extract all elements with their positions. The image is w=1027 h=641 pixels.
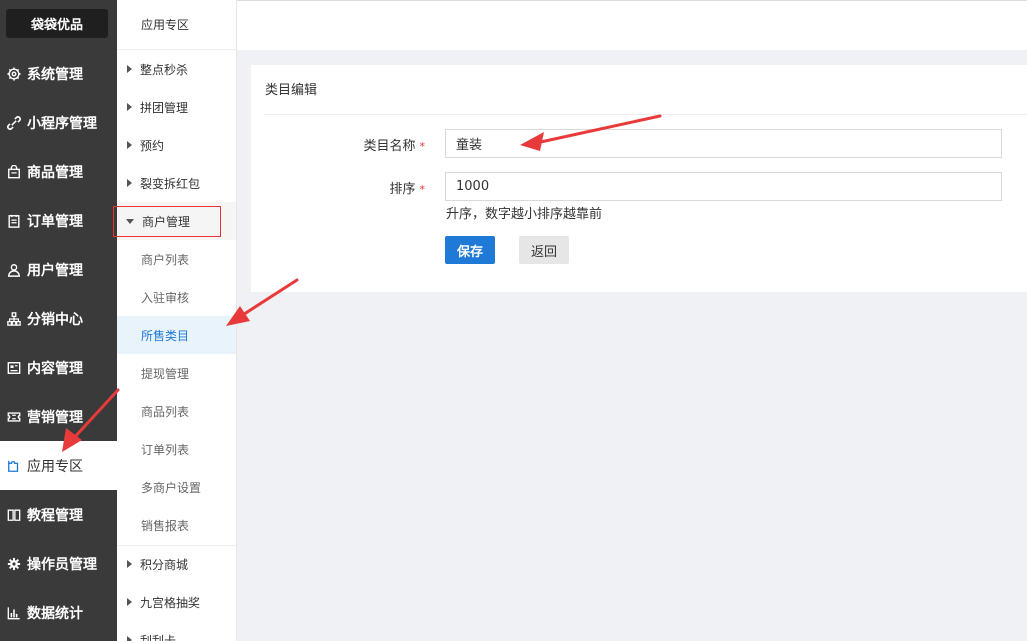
submenu-item-withdrawals[interactable]: 提现管理 [117,354,236,392]
nav-item-label: 分销中心 [27,311,83,328]
card-title: 类目编辑 [265,83,318,98]
category-name-label: 类目名称 * [305,135,425,154]
nav-item-products[interactable]: 商品管理 [0,147,117,196]
submenu-group-label: 预约 [140,138,165,153]
caret-down-icon [126,218,134,224]
gear-icon [7,66,21,81]
back-button[interactable]: 返回 [519,236,569,264]
card-divider [265,114,1027,115]
nav-item-label: 应用专区 [27,458,83,475]
puzzle-icon [7,459,21,473]
submenu-group-booking[interactable]: 预约 [117,126,236,164]
nav-item-orders[interactable]: 订单管理 [0,196,117,245]
sort-input[interactable] [445,172,1002,201]
nav-item-users[interactable]: 用户管理 [0,245,117,294]
submenu-group-group-buy[interactable]: 拼团管理 [117,88,236,126]
nav-item-label: 系统管理 [27,66,83,83]
submenu-group-label: 刮刮卡 [140,633,177,641]
nav-item-statistics[interactable]: 数据统计 [0,588,117,637]
caret-right-icon [127,179,132,187]
cog-icon [7,557,21,571]
user-icon [7,263,21,277]
caret-right-icon [127,636,132,641]
nav-item-label: 订单管理 [27,213,83,230]
submenu-group-red-packet[interactable]: 裂变拆红包 [117,164,236,202]
nav-item-miniprogram[interactable]: 小程序管理 [0,98,117,147]
submenu-group-label: 积分商城 [140,557,189,572]
submenu-group-label: 整点秒杀 [140,62,189,77]
sort-label-text: 排序 [389,182,416,197]
bag-icon [7,164,21,179]
category-edit-card: 类目编辑 类目名称* 排序* 升序，数字越小排序越靠前 保存 返回 [251,65,1027,292]
submenu-group-scratch-card[interactable]: 刮刮卡 [117,621,236,641]
ticket-icon [7,410,21,424]
submenu-item-order-list[interactable]: 订单列表 [117,430,236,468]
caret-right-icon [127,65,132,73]
required-mark: * [419,140,426,153]
category-name-input[interactable] [445,129,1002,158]
save-button[interactable]: 保存 [445,236,495,264]
link-icon [7,115,21,130]
submenu-group-label: 裂变拆红包 [140,176,201,191]
nav-item-label: 内容管理 [27,360,83,377]
required-mark: * [419,183,426,196]
nav-item-distribution[interactable]: 分销中心 [0,294,117,343]
book-icon [7,508,21,522]
caret-right-icon [127,560,132,568]
nav-item-label: 教程管理 [27,507,83,524]
content-icon [7,361,21,375]
nav-item-operators[interactable]: 操作员管理 [0,539,117,588]
nav-item-apps[interactable]: 应用专区 [0,441,117,490]
submenu-item-sales-report[interactable]: 销售报表 [117,506,236,544]
submenu-group-flash-sale[interactable]: 整点秒杀 [117,50,236,88]
category-name-label-text: 类目名称 [363,139,416,154]
submenu-group-points-mall[interactable]: 积分商城 [117,545,236,583]
caret-right-icon [127,141,132,149]
nav-item-tutorials[interactable]: 教程管理 [0,490,117,539]
submenu-item-sale-categories[interactable]: 所售类目 [117,316,236,354]
submenu-item-product-list[interactable]: 商品列表 [117,392,236,430]
submenu-group-label: 商户管理 [142,214,191,229]
nav-item-label: 数据统计 [27,605,83,622]
submenu-title: 应用专区 [117,0,236,50]
clipboard-icon [7,214,21,228]
app-submenu: 应用专区 整点秒杀 拼团管理 预约 裂变拆红包 商户管理 商户列表 入驻审核 所… [117,0,237,641]
network-icon [7,311,21,326]
sort-hint: 升序，数字越小排序越靠前 [446,207,603,222]
sort-label: 排序 * [305,178,425,197]
submenu-group-merchant[interactable]: 商户管理 [117,202,236,240]
brand-logo: 袋袋优品 [6,9,108,38]
bar-chart-icon [7,606,21,620]
submenu-group-lottery-grid[interactable]: 九宫格抽奖 [117,583,236,621]
top-bar [237,0,1027,50]
nav-item-system[interactable]: 系统管理 [0,49,117,98]
submenu-group-label: 拼团管理 [140,100,189,115]
nav-item-marketing[interactable]: 营销管理 [0,392,117,441]
nav-item-label: 小程序管理 [27,115,97,132]
caret-right-icon [127,103,132,111]
nav-item-content[interactable]: 内容管理 [0,343,117,392]
submenu-item-merchant-list[interactable]: 商户列表 [117,240,236,278]
caret-right-icon [127,598,132,606]
submenu-item-multi-merchant-settings[interactable]: 多商户设置 [117,468,236,506]
submenu-group-label: 九宫格抽奖 [140,595,201,610]
nav-item-label: 用户管理 [27,262,83,279]
nav-item-label: 商品管理 [27,164,83,181]
nav-item-label: 营销管理 [27,409,83,426]
main-sidebar: 袋袋优品 系统管理 小程序管理 商品管理 订单管理 用户管理 分销中心 内容管理… [0,0,117,641]
nav-item-label: 操作员管理 [27,556,97,573]
submenu-item-settle-review[interactable]: 入驻审核 [117,278,236,316]
